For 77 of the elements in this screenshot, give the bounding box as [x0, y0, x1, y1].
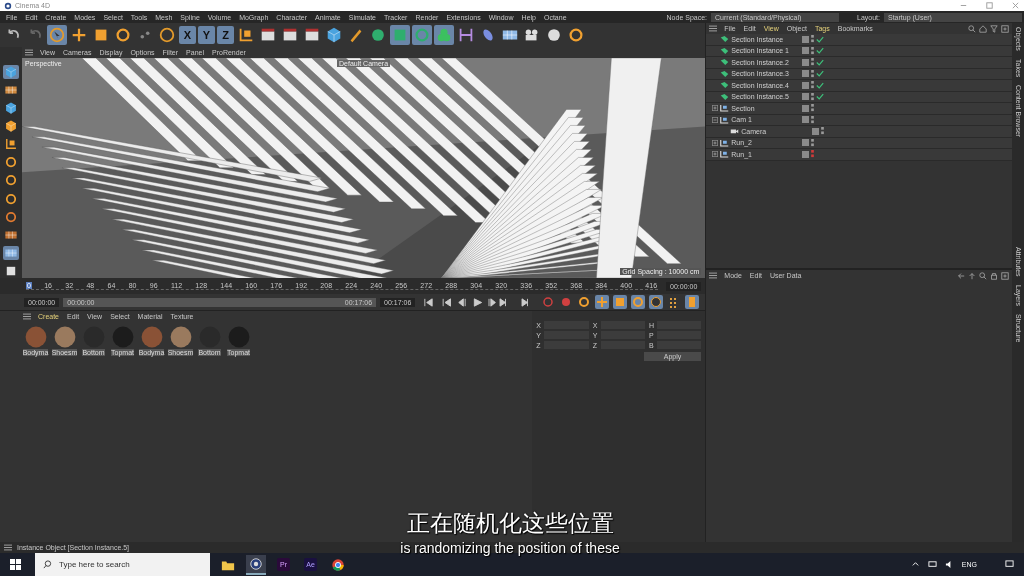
menu-icon[interactable]	[23, 313, 31, 320]
layer-checkbox-icon[interactable]	[802, 70, 810, 78]
search-icon[interactable]	[979, 271, 987, 280]
layer-checkbox-icon[interactable]	[802, 104, 810, 112]
notification-icon[interactable]	[1005, 560, 1014, 569]
chevron-up-icon[interactable]	[910, 560, 920, 569]
null-object-icon	[720, 138, 730, 147]
visibility-dots-icon[interactable]	[811, 58, 815, 67]
menu-icon[interactable]	[709, 272, 718, 279]
visibility-dots-icon[interactable]	[811, 92, 815, 101]
menu-icon[interactable]	[25, 49, 33, 56]
visibility-dots-icon[interactable]	[811, 46, 815, 55]
layer-checkbox-icon[interactable]	[802, 93, 810, 101]
close-icon[interactable]	[1011, 1, 1020, 10]
visibility-dots-icon[interactable]	[811, 150, 815, 159]
visibility-dots-icon[interactable]	[811, 81, 815, 90]
parameter-icon[interactable]	[649, 295, 664, 309]
menu-icon[interactable]	[4, 544, 12, 551]
move-icon[interactable]	[595, 295, 610, 309]
app-icon[interactable]	[246, 554, 266, 575]
subtitle-english: is randomizing the position of these	[400, 540, 620, 556]
filter-icon[interactable]	[990, 24, 998, 33]
layer-checkbox-icon[interactable]	[812, 127, 820, 135]
ring-icon[interactable]	[631, 295, 646, 309]
record-icon[interactable]	[541, 295, 556, 309]
taskbar-search-field[interactable]: Type here to search	[35, 553, 210, 576]
layer-checkbox-icon[interactable]	[802, 58, 810, 66]
lock-icon[interactable]	[990, 271, 998, 280]
check-tag-icon[interactable]	[816, 70, 825, 78]
film-icon[interactable]	[685, 295, 700, 309]
layer-checkbox-icon[interactable]	[802, 35, 810, 43]
square-icon[interactable]	[613, 295, 628, 309]
cube-icon[interactable]	[3, 65, 19, 80]
layer-checkbox-icon[interactable]	[802, 139, 810, 147]
cube-icon[interactable]	[3, 119, 19, 134]
cube-icon[interactable]	[3, 101, 19, 116]
network-icon[interactable]	[927, 560, 937, 569]
layer-checkbox-icon[interactable]	[802, 150, 810, 158]
visibility-dots-icon[interactable]	[811, 104, 815, 113]
visibility-dots-icon[interactable]	[821, 127, 825, 136]
null-object-icon	[720, 150, 730, 159]
check-tag-icon[interactable]	[816, 93, 825, 101]
check-tag-icon[interactable]	[816, 47, 825, 55]
material-preview-icon[interactable]	[52, 325, 77, 349]
layer-checkbox-icon[interactable]	[802, 116, 810, 124]
grid-icon[interactable]	[3, 245, 19, 260]
material-preview-icon[interactable]	[168, 325, 193, 349]
axis-toggle-button[interactable]: X	[179, 26, 196, 44]
camera-icon	[730, 127, 740, 136]
search-icon	[43, 560, 52, 569]
house-icon[interactable]	[979, 24, 987, 33]
layer-checkbox-icon[interactable]	[802, 47, 810, 55]
new-window-icon[interactable]	[1001, 271, 1009, 280]
null-object-icon	[720, 115, 730, 124]
layer-checkbox-icon[interactable]	[802, 81, 810, 89]
back-arrow-icon[interactable]	[957, 271, 965, 280]
axis-toggle-button[interactable]: Z	[217, 26, 234, 44]
windows-start-icon[interactable]	[10, 559, 21, 570]
new-window-icon[interactable]	[1001, 24, 1009, 33]
subtitle-chinese: 正在随机化这些位置	[406, 509, 614, 538]
check-tag-icon[interactable]	[816, 58, 825, 66]
axis-toggle-button[interactable]: Y	[198, 26, 215, 44]
expand-toggle-icon[interactable]	[712, 116, 719, 123]
expand-toggle-icon[interactable]	[712, 139, 719, 146]
check-tag-icon[interactable]	[816, 35, 825, 43]
visibility-dots-icon[interactable]	[811, 69, 815, 78]
null-object-icon	[720, 104, 730, 113]
up-arrow-icon[interactable]	[968, 271, 976, 280]
expand-toggle-icon[interactable]	[712, 151, 719, 158]
menu-icon[interactable]	[709, 25, 718, 32]
expand-toggle-icon[interactable]	[712, 105, 719, 112]
visibility-dots-icon[interactable]	[811, 35, 815, 44]
visibility-dots-icon[interactable]	[811, 115, 815, 124]
check-tag-icon[interactable]	[816, 81, 825, 89]
visibility-dots-icon[interactable]	[811, 138, 815, 147]
keyframe-icon[interactable]	[577, 295, 592, 309]
search-icon[interactable]	[968, 24, 976, 33]
